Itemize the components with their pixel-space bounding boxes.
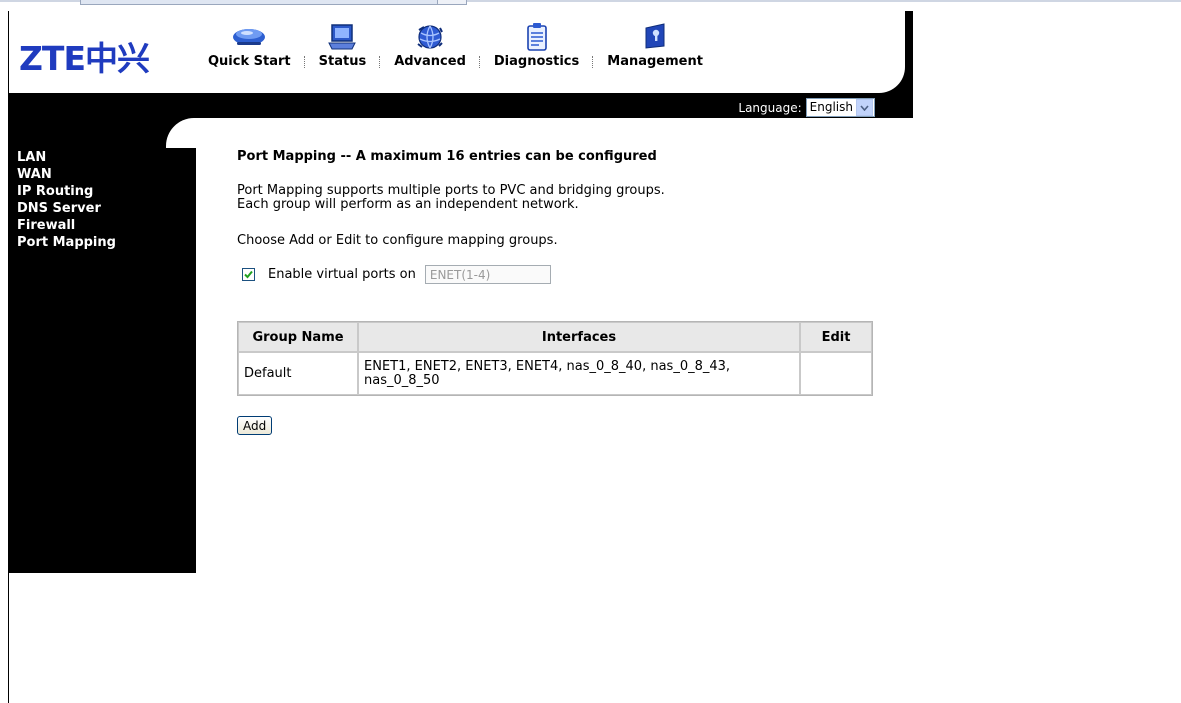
language-select[interactable]: English xyxy=(805,98,875,117)
virtual-ports-checkbox[interactable] xyxy=(242,268,255,281)
sidebar-item-ip-routing[interactable]: IP Routing xyxy=(17,183,116,200)
language-value: English xyxy=(809,100,853,114)
virtual-ports-row: Enable virtual ports on xyxy=(242,265,551,284)
language-selector: Language: English xyxy=(738,98,875,117)
nav-label: Status xyxy=(318,54,367,69)
nav-quick-start[interactable]: Quick Start xyxy=(195,11,304,93)
nav-label: Quick Start xyxy=(208,54,291,69)
nav-status[interactable]: Status xyxy=(306,11,380,93)
cell-interfaces: ENET1, ENET2, ENET3, ENET4, nas_0_8_40, … xyxy=(358,352,800,395)
nav-management[interactable]: Management xyxy=(594,11,716,93)
add-button[interactable]: Add xyxy=(237,416,273,435)
language-label: Language: xyxy=(738,100,802,115)
column-header-edit: Edit xyxy=(800,322,872,352)
header: ZTE中兴 Quick Start Status Advanced Diagno… xyxy=(9,11,913,118)
table-header-row: Group Name Interfaces Edit xyxy=(238,322,872,352)
interfaces-line: nas_0_8_50 xyxy=(364,372,440,388)
checkmark-icon xyxy=(244,270,253,279)
clipboard-icon xyxy=(526,23,547,51)
sidebar-item-port-mapping[interactable]: Port Mapping xyxy=(17,234,116,251)
virtual-ports-input[interactable] xyxy=(424,265,551,284)
description-line: Port Mapping supports multiple ports to … xyxy=(237,183,665,198)
content-corner xyxy=(166,118,196,148)
column-header-group-name: Group Name xyxy=(238,322,358,352)
nav-label: Management xyxy=(607,54,703,69)
sidebar-item-firewall[interactable]: Firewall xyxy=(17,217,116,234)
browser-tab[interactable] xyxy=(80,0,438,5)
laptop-icon xyxy=(328,24,357,50)
browser-tab-new[interactable] xyxy=(437,0,467,5)
virtual-ports-label: Enable virtual ports on xyxy=(268,267,416,282)
globe-icon xyxy=(417,25,443,49)
cell-group-name: Default xyxy=(238,352,358,395)
page-title: Port Mapping -- A maximum 16 entries can… xyxy=(237,149,657,164)
description: Port Mapping supports multiple ports to … xyxy=(237,184,665,212)
nav-label: Advanced xyxy=(394,54,466,69)
sidebar-item-dns-server[interactable]: DNS Server xyxy=(17,200,116,217)
sidebar-menu: LAN WAN IP Routing DNS Server Firewall P… xyxy=(17,149,116,251)
instruction-text: Choose Add or Edit to configure mapping … xyxy=(237,233,558,248)
table-row: Default ENET1, ENET2, ENET3, ENET4, nas_… xyxy=(238,352,872,395)
sidebar-item-lan[interactable]: LAN xyxy=(17,149,116,166)
interfaces-line: ENET1, ENET2, ENET3, ENET4, nas_0_8_40, … xyxy=(364,358,731,374)
key-icon xyxy=(645,23,665,49)
sidebar-item-wan[interactable]: WAN xyxy=(17,166,116,183)
column-header-interfaces: Interfaces xyxy=(358,322,800,352)
port-mapping-table: Group Name Interfaces Edit Default ENET1… xyxy=(237,321,873,396)
browser-tab-strip xyxy=(0,0,1181,11)
nav-label: Diagnostics xyxy=(493,54,580,69)
header-white-panel: ZTE中兴 Quick Start Status Advanced Diagno… xyxy=(9,11,905,93)
top-nav: Quick Start Status Advanced Diagnostics … xyxy=(195,11,716,93)
chevron-down-icon[interactable] xyxy=(856,99,873,116)
nav-diagnostics[interactable]: Diagnostics xyxy=(481,11,592,93)
zte-logo: ZTE中兴 xyxy=(19,39,150,78)
nav-advanced[interactable]: Advanced xyxy=(381,11,479,93)
cell-edit[interactable] xyxy=(800,352,872,395)
description-line: Each group will perform as an independen… xyxy=(237,197,579,212)
router-icon xyxy=(233,29,266,45)
